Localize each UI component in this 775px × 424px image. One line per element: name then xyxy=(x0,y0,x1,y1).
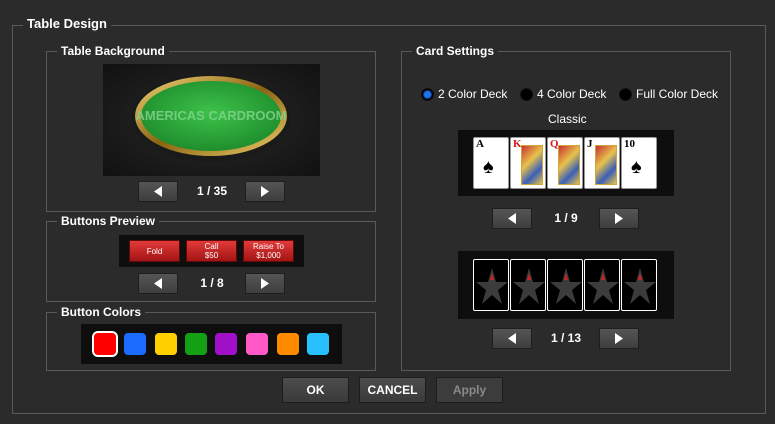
ok-button[interactable]: OK xyxy=(282,377,349,403)
table-background-title: Table Background xyxy=(57,43,169,59)
color-swatch-yellow[interactable] xyxy=(155,333,177,355)
preview-raise-amount: $1,000 xyxy=(256,251,281,260)
card-back xyxy=(510,259,546,311)
buttons-preview-title: Buttons Preview xyxy=(57,213,160,229)
card-fronts-preview: A ♠ K Q J 10 ♠ xyxy=(458,130,674,196)
card-back-next-button[interactable] xyxy=(599,328,639,349)
deck-option-full-color[interactable]: Full Color Deck xyxy=(619,86,718,102)
deck-option-4-color[interactable]: 4 Color Deck xyxy=(520,86,606,102)
card-back xyxy=(621,259,657,311)
table-background-preview: AMERICAS CARDROOM xyxy=(103,64,320,176)
color-swatch-orange[interactable] xyxy=(277,333,299,355)
preview-fold-label: Fold xyxy=(146,246,163,256)
jack-face-art xyxy=(595,145,617,185)
preview-call-amount: $50 xyxy=(204,251,219,260)
card-front-next-button[interactable] xyxy=(599,208,639,229)
preview-raise-label: Raise To xyxy=(253,242,284,251)
card-back-prev-button[interactable] xyxy=(492,328,532,349)
button-colors-title: Button Colors xyxy=(57,304,145,320)
preview-call-label: Call xyxy=(204,242,219,251)
card-front-page: 1 / 9 xyxy=(554,211,578,225)
card-back xyxy=(473,259,509,311)
card-rank: K xyxy=(513,138,522,150)
card-ten-spades: 10 ♠ xyxy=(621,137,657,189)
card-rank: Q xyxy=(550,138,559,150)
color-swatch-pink[interactable] xyxy=(246,333,268,355)
deck-option-label: 4 Color Deck xyxy=(537,87,607,101)
card-backs-preview xyxy=(458,251,674,319)
card-rank: J xyxy=(587,138,593,150)
preview-fold-button: Fold xyxy=(129,240,180,262)
deck-option-label: Full Color Deck xyxy=(636,87,719,101)
card-rank: 10 xyxy=(624,138,635,150)
color-swatch-red[interactable] xyxy=(92,331,118,357)
deck-option-2-color[interactable]: 2 Color Deck xyxy=(421,86,507,102)
spade-icon: ♠ xyxy=(631,156,642,178)
arrow-right-icon xyxy=(615,213,623,224)
card-back-page: 1 / 13 xyxy=(550,331,582,345)
card-back xyxy=(547,259,583,311)
star-logo-icon xyxy=(587,268,619,304)
arrow-right-icon xyxy=(261,186,269,197)
table-bg-next-button[interactable] xyxy=(245,181,285,202)
spade-icon: ♠ xyxy=(483,156,494,178)
star-logo-icon xyxy=(476,268,508,304)
card-king-hearts: K xyxy=(510,137,546,189)
star-logo-icon xyxy=(624,268,656,304)
card-jack-clubs: J xyxy=(584,137,620,189)
star-logo-icon xyxy=(513,268,545,304)
card-back xyxy=(584,259,620,311)
card-style-name: Classic xyxy=(548,112,587,126)
color-swatch-purple[interactable] xyxy=(215,333,237,355)
color-swatch-cyan[interactable] xyxy=(307,333,329,355)
card-front-prev-button[interactable] xyxy=(492,208,532,229)
star-logo-icon xyxy=(550,268,582,304)
arrow-right-icon xyxy=(261,278,269,289)
color-swatch-green[interactable] xyxy=(185,333,207,355)
buttons-page: 1 / 8 xyxy=(200,276,224,290)
radio-icon xyxy=(619,87,632,101)
radio-icon xyxy=(520,87,533,101)
card-settings-title: Card Settings xyxy=(412,43,499,59)
arrow-left-icon xyxy=(154,186,162,197)
card-ace-spades: A ♠ xyxy=(473,137,509,189)
cancel-button[interactable]: CANCEL xyxy=(359,377,426,403)
buttons-prev-button[interactable] xyxy=(138,273,178,294)
arrow-left-icon xyxy=(508,333,516,344)
buttons-preview-strip: Fold Call $50 Raise To $1,000 xyxy=(119,235,304,267)
buttons-next-button[interactable] xyxy=(245,273,285,294)
table-bg-page: 1 / 35 xyxy=(196,184,228,198)
apply-button[interactable]: Apply xyxy=(436,377,503,403)
king-face-art xyxy=(521,145,543,185)
radio-icon xyxy=(421,87,434,101)
table-bg-prev-button[interactable] xyxy=(138,181,178,202)
color-swatch-blue[interactable] xyxy=(124,333,146,355)
table-logo: AMERICAS CARDROOM xyxy=(136,108,287,123)
card-rank: A xyxy=(476,138,484,150)
preview-raise-button: Raise To $1,000 xyxy=(243,240,294,262)
button-colors-strip xyxy=(81,324,342,364)
arrow-left-icon xyxy=(508,213,516,224)
arrow-right-icon xyxy=(615,333,623,344)
deck-option-label: 2 Color Deck xyxy=(438,87,508,101)
queen-face-art xyxy=(558,145,580,185)
arrow-left-icon xyxy=(154,278,162,289)
preview-call-button: Call $50 xyxy=(186,240,237,262)
dialog-title: Table Design xyxy=(23,16,111,32)
card-queen-diamonds: Q xyxy=(547,137,583,189)
